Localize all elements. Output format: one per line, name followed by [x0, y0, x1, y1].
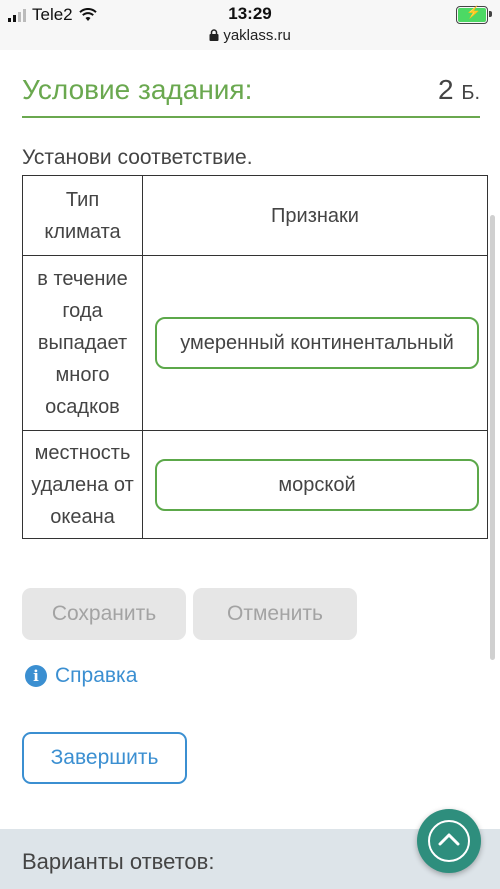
url-text: yaklass.ru [223, 27, 291, 44]
answer-chip[interactable]: морской [155, 458, 479, 511]
row-label: в течение года выпадает много осадков [22, 255, 143, 431]
cancel-button[interactable]: Отменить [193, 588, 357, 640]
table-header-row: Тип климата Признаки [22, 175, 488, 256]
task-title: Условие задания: [22, 74, 253, 105]
matching-table: Тип климата Признаки в течение года выпа… [22, 175, 488, 539]
header-climate-type: Тип климата [22, 175, 143, 256]
answer-slot[interactable]: морской [142, 430, 488, 539]
status-bar: Tele2 13:29 yaklass.ru ⚡ [0, 0, 500, 50]
address-bar[interactable]: yaklass.ru [0, 27, 500, 44]
points-value: 2 [437, 74, 454, 105]
scrollbar[interactable] [490, 215, 495, 660]
points-unit: Б. [461, 82, 480, 104]
charging-icon: ⚡ [466, 5, 481, 19]
finish-button[interactable]: Завершить [22, 732, 187, 784]
help-link[interactable]: i Справка [25, 664, 137, 688]
info-icon: i [25, 665, 47, 687]
title-divider [22, 116, 480, 118]
scroll-up-button[interactable] [417, 809, 481, 873]
save-button[interactable]: Сохранить [22, 588, 186, 640]
table-row: местность удалена от океана морской [22, 430, 488, 539]
task-instruction: Установи соответствие. [22, 146, 253, 169]
answer-slot[interactable]: умеренный континентальный [142, 255, 488, 431]
answer-chip[interactable]: умеренный континентальный [155, 317, 479, 369]
clock: 13:29 [228, 4, 272, 23]
row-label: местность удалена от океана [22, 430, 143, 539]
header-features: Признаки [142, 175, 488, 256]
chevron-up-icon [438, 833, 460, 846]
table-row: в течение года выпадает много осадков ум… [22, 255, 488, 431]
battery-icon: ⚡ [456, 5, 492, 24]
task-points: 2 Б. [438, 74, 480, 106]
help-label: Справка [55, 664, 138, 687]
lock-icon [209, 29, 219, 41]
answer-options-label: Варианты ответов: [22, 849, 215, 874]
